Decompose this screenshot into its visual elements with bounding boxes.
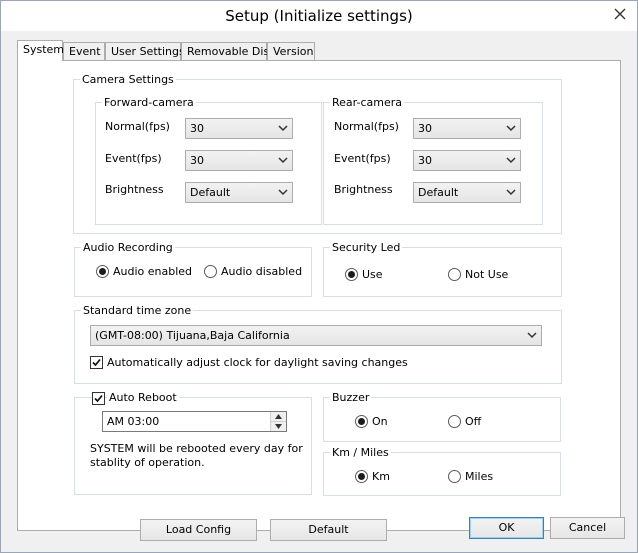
camera-settings-title: Camera Settings [80, 73, 176, 86]
buzzer-on-radio[interactable] [355, 415, 368, 428]
buzzer-group: Buzzer On Off [323, 391, 561, 442]
forward-normal-label: Normal(fps) [105, 120, 170, 133]
audio-enabled-label[interactable]: Audio enabled [113, 265, 192, 278]
load-config-button[interactable]: Load Config [140, 519, 257, 541]
chevron-down-icon [527, 332, 537, 339]
buzzer-off-label[interactable]: Off [465, 415, 481, 428]
spin-up-button[interactable] [271, 412, 286, 422]
led-use-label[interactable]: Use [362, 268, 383, 281]
forward-brightness-value: Default [190, 186, 231, 199]
forward-event-fps-select[interactable]: 30 [185, 150, 293, 171]
buzzer-title: Buzzer [330, 391, 372, 404]
dst-checkbox[interactable] [90, 356, 103, 369]
forward-event-fps-value: 30 [190, 154, 204, 167]
distance-units-group: Km / Miles Km Miles [323, 446, 561, 496]
miles-label[interactable]: Miles [465, 470, 493, 483]
auto-reboot-label[interactable]: Auto Reboot [107, 391, 179, 404]
led-not-use-radio[interactable] [448, 268, 461, 281]
cancel-button[interactable]: Cancel [550, 517, 625, 539]
camera-settings-group: Camera Settings Forward-camera Normal(fp… [73, 73, 562, 234]
buzzer-off-radio[interactable] [448, 415, 461, 428]
title-bar[interactable]: Setup (Initialize settings) [1, 1, 637, 31]
rear-normal-fps-select[interactable]: 30 [413, 118, 521, 139]
time-zone-title: Standard time zone [81, 304, 194, 317]
forward-normal-fps-select[interactable]: 30 [185, 118, 293, 139]
system-tab-panel: Camera Settings Forward-camera Normal(fp… [17, 60, 621, 531]
close-button[interactable] [609, 5, 631, 23]
checkmark-icon [94, 394, 103, 403]
spin-down-button[interactable] [271, 422, 286, 431]
security-led-title: Security Led [330, 241, 403, 254]
forward-brightness-select[interactable]: Default [185, 182, 293, 203]
led-not-use-label[interactable]: Not Use [465, 268, 508, 281]
reboot-time-spinner[interactable]: AM 03:00 [102, 411, 287, 432]
arrow-up-icon [275, 414, 282, 419]
window-title: Setup (Initialize settings) [225, 7, 413, 25]
ok-button[interactable]: OK [469, 517, 544, 539]
tab-user-settings[interactable]: User Settings [105, 42, 185, 60]
tab-system[interactable]: System [17, 40, 64, 61]
chevron-down-icon [278, 125, 288, 132]
security-led-group: Security Led Use Not Use [323, 241, 562, 297]
tab-version[interactable]: Version [267, 42, 315, 60]
chevron-down-icon [506, 125, 516, 132]
rear-brightness-label: Brightness [334, 183, 393, 196]
audio-disabled-radio[interactable] [204, 265, 217, 278]
time-zone-value: (GMT-08:00) Tijuana,Baja California [95, 329, 290, 342]
rear-normal-fps-value: 30 [418, 122, 432, 135]
rear-normal-label: Normal(fps) [334, 120, 399, 133]
client-area: System Event User Settings Removable Dis… [7, 31, 631, 547]
auto-reboot-checkbox[interactable] [92, 392, 105, 405]
reboot-note: SYSTEM will be rebooted every day for st… [90, 442, 303, 469]
km-label[interactable]: Km [372, 470, 390, 483]
default-button[interactable]: Default [270, 519, 387, 541]
tab-event[interactable]: Event [63, 42, 105, 60]
tab-removable-disk[interactable]: Removable Disk [181, 42, 276, 60]
chevron-down-icon [506, 189, 516, 196]
chevron-down-icon [278, 157, 288, 164]
rear-event-label: Event(fps) [334, 152, 391, 165]
audio-recording-group: Audio Recording Audio enabled Audio disa… [74, 241, 312, 297]
chevron-down-icon [278, 189, 288, 196]
close-icon [614, 8, 626, 20]
rear-brightness-value: Default [418, 186, 459, 199]
forward-event-label: Event(fps) [105, 152, 162, 165]
dst-label[interactable]: Automatically adjust clock for daylight … [107, 356, 408, 369]
led-use-radio[interactable] [345, 268, 358, 281]
km-radio[interactable] [355, 470, 368, 483]
rear-brightness-select[interactable]: Default [413, 182, 521, 203]
rear-camera-group: Rear-camera Normal(fps) 30 Event(fps) 30… [323, 96, 543, 225]
buzzer-on-label[interactable]: On [372, 415, 388, 428]
rear-event-fps-select[interactable]: 30 [413, 150, 521, 171]
rear-camera-title: Rear-camera [330, 96, 404, 109]
arrow-down-icon [275, 424, 282, 429]
checkmark-icon [92, 358, 101, 367]
distance-units-title: Km / Miles [330, 446, 391, 459]
reboot-time-value: AM 03:00 [107, 415, 160, 428]
chevron-down-icon [506, 157, 516, 164]
setup-window: Setup (Initialize settings) System Event… [0, 0, 638, 553]
time-zone-select[interactable]: (GMT-08:00) Tijuana,Baja California [90, 325, 542, 346]
audio-recording-title: Audio Recording [81, 241, 175, 254]
time-zone-group: Standard time zone (GMT-08:00) Tijuana,B… [74, 304, 562, 384]
rear-event-fps-value: 30 [418, 154, 432, 167]
forward-normal-fps-value: 30 [190, 122, 204, 135]
audio-enabled-radio[interactable] [96, 265, 109, 278]
audio-disabled-label[interactable]: Audio disabled [221, 265, 302, 278]
forward-brightness-label: Brightness [105, 183, 164, 196]
miles-radio[interactable] [448, 470, 461, 483]
auto-reboot-group: Auto Reboot AM 03:00 SYSTEM will be rebo… [74, 391, 312, 495]
forward-camera-group: Forward-camera Normal(fps) 30 Event(fps)… [95, 96, 322, 225]
forward-camera-title: Forward-camera [102, 96, 196, 109]
